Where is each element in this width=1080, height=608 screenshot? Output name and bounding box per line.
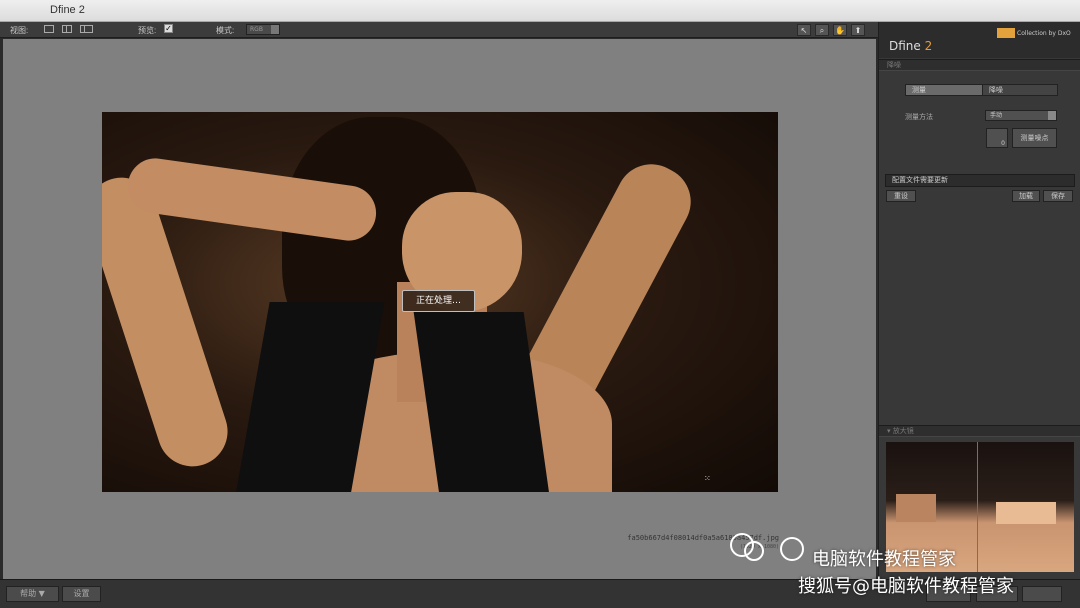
preview-checkbox[interactable]: ✓	[164, 24, 173, 33]
loupe-pixel	[996, 502, 1056, 524]
single-view-button[interactable]	[44, 25, 54, 33]
loupe-pixel	[896, 494, 936, 522]
measure-count: 0	[986, 128, 1008, 148]
mode-select[interactable]: RGB	[246, 24, 280, 35]
save-button[interactable]: 保存	[1043, 190, 1073, 202]
title-bar: Dfine 2	[0, 0, 1080, 22]
mode-label: 模式:	[216, 26, 235, 35]
settings-button[interactable]: 设置	[62, 586, 101, 602]
dfine-window: Dfine 2 视图: 预览: ✓ 模式: RGB ↖ ⌕ ✋ ⬆ 正在处理…	[0, 0, 1080, 608]
collection-label: Collection by DxO	[1017, 30, 1071, 37]
method-value: 手动	[990, 112, 1003, 119]
split-view-button[interactable]	[62, 25, 72, 33]
grid-icon: ⁙	[704, 474, 711, 483]
view-label: 视图:	[10, 26, 29, 35]
method-select[interactable]: 手动	[985, 110, 1057, 121]
watermark-line1: 电脑软件教程管家	[812, 549, 956, 570]
method-label: 测量方法	[905, 113, 933, 121]
chevron-down-icon	[271, 25, 279, 34]
loupe-label: 放大镜	[892, 427, 914, 435]
help-button[interactable]: 帮助 ▼	[6, 586, 59, 602]
profile-status: 配置文件需要更新	[885, 174, 1075, 187]
watermark-line2: 搜狐号@电脑软件教程管家	[798, 576, 1014, 597]
preview-image: 正在处理… ⁙	[102, 112, 778, 492]
product-version: 2	[924, 39, 933, 53]
control-panel: Collection by DxO Dfine 2 降噪 测量 降噪 测量方法 …	[878, 22, 1080, 579]
nik-logo	[997, 28, 1015, 38]
preview-label: 预览:	[138, 26, 157, 35]
hand-tool-icon[interactable]: ✋	[833, 24, 847, 36]
wechat-bubble-icon	[780, 537, 804, 561]
panel-brand: Collection by DxO Dfine 2	[879, 22, 1080, 58]
pointer-tool-icon[interactable]: ↖	[797, 24, 811, 36]
preview-canvas[interactable]: 正在处理… ⁙ fa50b667d4f08014df0a5a6180a457df…	[3, 39, 876, 579]
measure-points-button[interactable]: 测量噪点	[1012, 128, 1057, 148]
loupe-section-header[interactable]: ▾ 放大镜	[879, 425, 1080, 437]
side-by-side-view-button[interactable]	[80, 25, 93, 33]
wechat-bubble-icon	[744, 541, 764, 561]
mode-value: RGB	[250, 26, 263, 33]
zoom-tool-icon[interactable]: ⌕	[815, 24, 829, 36]
window-title: Dfine 2	[50, 4, 85, 16]
reset-button[interactable]: 重设	[886, 190, 916, 202]
tab-measure[interactable]: 测量	[905, 84, 983, 96]
view-toolbar: 视图: 预览: ✓ 模式: RGB ↖ ⌕ ✋ ⬆	[0, 22, 878, 38]
chevron-down-icon	[1048, 111, 1056, 120]
ok-button[interactable]	[1022, 586, 1062, 602]
product-name: Dfine 2	[889, 39, 932, 53]
loupe-crosshair	[977, 442, 978, 572]
processing-overlay: 正在处理…	[402, 290, 475, 312]
load-button[interactable]: 加载	[1012, 190, 1040, 202]
product-brand: Dfine	[889, 39, 921, 53]
noise-section-header[interactable]: 降噪	[879, 59, 1080, 71]
tab-reduce[interactable]: 降噪	[982, 84, 1058, 96]
color-picker-tool-icon[interactable]: ⬆	[851, 24, 865, 36]
